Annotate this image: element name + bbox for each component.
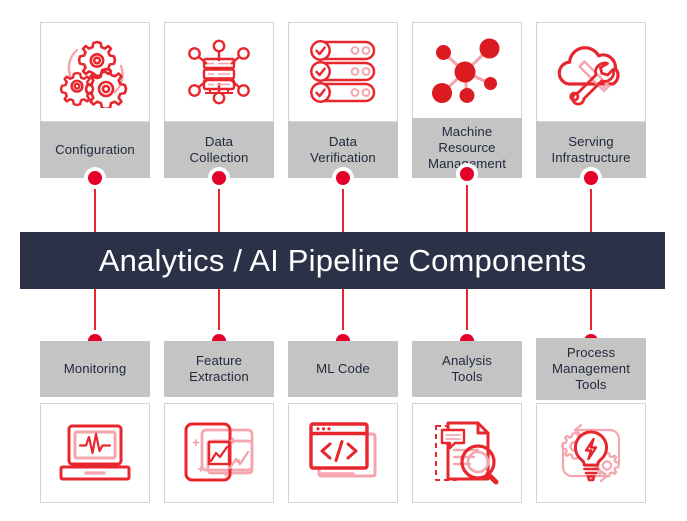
icon-card-configuration [40, 22, 150, 122]
laptop-pulse-icon [55, 422, 135, 484]
connector-dot-data-collection [212, 171, 226, 185]
lightbulb-gears-icon [553, 419, 629, 487]
checklist-icon [306, 37, 380, 107]
label-card-ml-code[interactable]: ML Code [288, 341, 398, 397]
connector-dot-machine-resource-management [460, 167, 474, 181]
icon-card-serving-infrastructure [536, 22, 646, 122]
gears-icon [57, 36, 133, 108]
label-text-feature-extraction: Feature Extraction [189, 353, 249, 384]
label-text-serving-infrastructure: Serving Infrastructure [551, 134, 631, 165]
icon-card-process-management-tools [536, 403, 646, 503]
connector-line-data-verification [342, 180, 344, 232]
cloud-tools-icon [552, 37, 630, 107]
label-card-serving-infrastructure[interactable]: Serving Infrastructure [536, 122, 646, 178]
label-text-machine-resource-management: Machine Resource Management [428, 124, 506, 171]
network-nodes-icon [429, 36, 505, 108]
icon-card-data-collection [164, 22, 274, 122]
icon-card-monitoring [40, 403, 150, 503]
connector-dot-serving-infrastructure [584, 171, 598, 185]
label-card-monitoring[interactable]: Monitoring [40, 341, 150, 397]
label-card-data-collection[interactable]: Data Collection [164, 122, 274, 178]
connector-line-serving-infrastructure [590, 180, 592, 232]
server-network-icon [181, 35, 257, 109]
icon-card-machine-resource-management [412, 22, 522, 122]
code-window-icon [307, 420, 379, 486]
pipeline-banner: Analytics / AI Pipeline Components [20, 232, 665, 289]
label-text-configuration: Configuration [55, 142, 135, 157]
label-text-process-management-tools: Process Management Tools [552, 345, 630, 392]
label-card-analysis-tools[interactable]: Analysis Tools [412, 341, 522, 397]
banner-title: Analytics / AI Pipeline Components [98, 242, 587, 278]
connector-dot-configuration [88, 171, 102, 185]
icon-card-feature-extraction [164, 403, 274, 503]
label-card-process-management-tools[interactable]: Process Management Tools [536, 338, 646, 400]
connector-dot-data-verification [336, 171, 350, 185]
icon-card-data-verification [288, 22, 398, 122]
connector-line-data-collection [218, 180, 220, 232]
connector-line-configuration [94, 180, 96, 232]
label-text-data-collection: Data Collection [189, 134, 249, 165]
label-card-data-verification[interactable]: Data Verification [288, 122, 398, 178]
connector-line-machine-resource-management [466, 176, 468, 232]
label-text-ml-code: ML Code [316, 361, 370, 376]
label-text-analysis-tools: Analysis Tools [442, 353, 492, 384]
icon-card-ml-code [288, 403, 398, 503]
label-text-data-verification: Data Verification [310, 134, 376, 165]
document-magnifier-icon [430, 420, 504, 486]
image-stack-icon [182, 420, 256, 486]
diagram-canvas: Configuration Data Collection Data Verific… [0, 0, 687, 521]
icon-card-analysis-tools [412, 403, 522, 503]
label-text-monitoring: Monitoring [63, 361, 127, 376]
label-card-configuration[interactable]: Configuration [40, 122, 150, 178]
label-card-feature-extraction[interactable]: Feature Extraction [164, 341, 274, 397]
